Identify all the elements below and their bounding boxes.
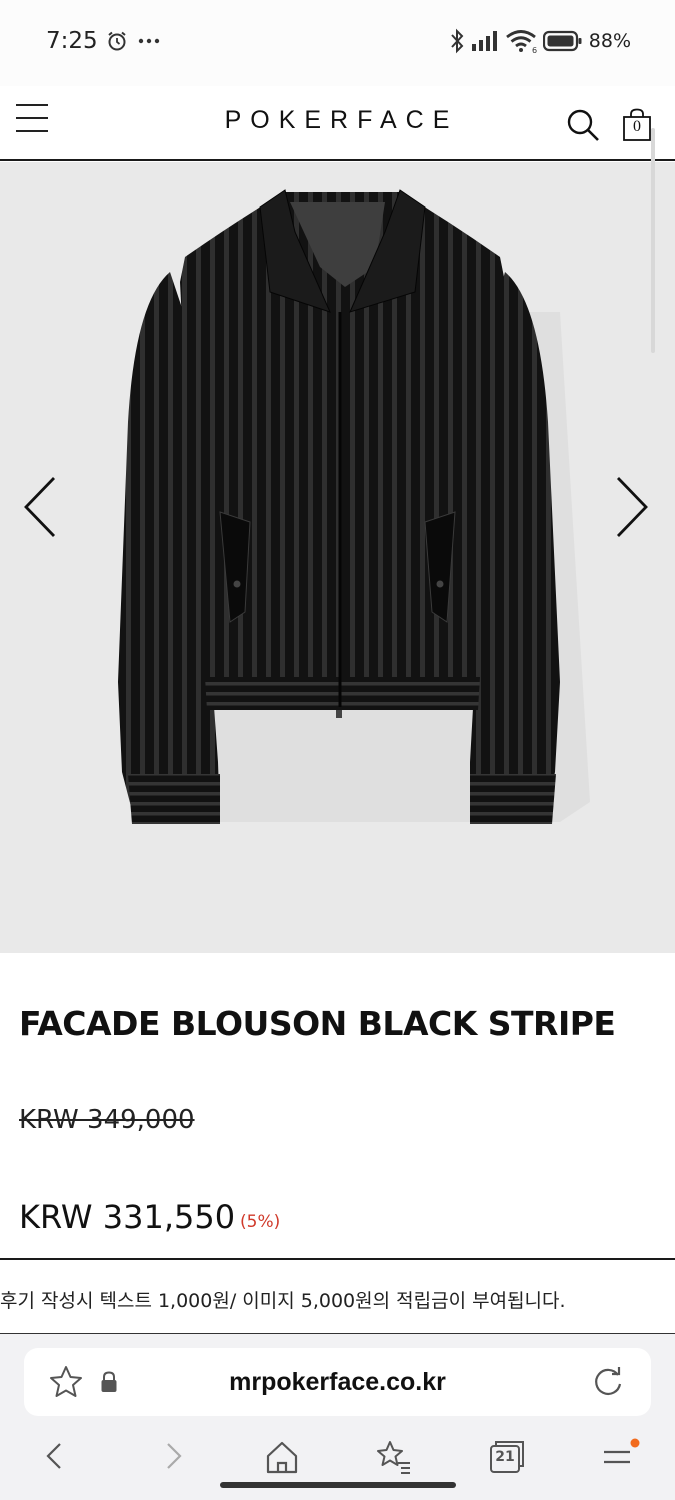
cart-count: 0	[633, 118, 641, 135]
sale-price: KRW 331,550	[19, 1198, 236, 1236]
status-right-icons: 6 88%	[449, 28, 631, 54]
home-icon	[266, 1441, 298, 1474]
divider	[0, 1258, 675, 1260]
status-left-icons	[106, 30, 160, 52]
status-time: 7:25	[46, 28, 98, 54]
battery-icon	[542, 30, 582, 52]
home-gesture-bar[interactable]	[220, 1482, 456, 1488]
wifi-icon: 6	[505, 30, 537, 53]
search-icon	[567, 109, 599, 141]
reload-icon	[595, 1367, 622, 1395]
tabs-count: 21	[495, 1449, 515, 1465]
menu-icon	[604, 1438, 640, 1464]
bluetooth-icon	[451, 28, 464, 54]
forward-button[interactable]	[152, 1436, 192, 1476]
gallery-next-button[interactable]	[608, 472, 654, 542]
browser-menu-button[interactable]	[600, 1436, 640, 1476]
product-image	[118, 189, 590, 824]
address-bar[interactable]: mrpokerface.co.kr	[24, 1348, 651, 1416]
home-button[interactable]	[262, 1436, 302, 1476]
cart-button[interactable]: 0	[622, 108, 652, 142]
chevron-right-icon	[616, 477, 648, 537]
forward-icon	[167, 1443, 182, 1469]
tabs-button[interactable]: 21	[488, 1436, 528, 1476]
reload-button[interactable]	[590, 1364, 626, 1400]
alarm-icon	[108, 31, 126, 51]
signal-icon	[471, 31, 497, 51]
status-bar: 7:25 6 88%	[0, 0, 675, 86]
gallery-prev-button[interactable]	[18, 472, 64, 542]
back-icon	[46, 1443, 61, 1469]
back-button[interactable]	[36, 1436, 76, 1476]
battery-percent: 88%	[588, 30, 631, 52]
bookmarks-icon	[377, 1441, 410, 1474]
original-price: KRW 349,000	[19, 1105, 195, 1135]
site-header: POKERFACE 0	[0, 86, 675, 161]
page-scrollbar[interactable]	[651, 128, 655, 353]
more-dots-icon	[138, 38, 160, 44]
product-gallery[interactable]	[0, 162, 675, 953]
discount-percent: (5%)	[240, 1212, 281, 1232]
review-reward-notice: 후기 작성시 텍스트 1,000원/ 이미지 5,000원의 적립금이 부여됩니…	[0, 1290, 566, 1312]
svg-text:6: 6	[532, 46, 537, 53]
search-button[interactable]	[566, 108, 600, 142]
browser-toolbar: mrpokerface.co.kr 21	[0, 1334, 675, 1500]
url-text[interactable]: mrpokerface.co.kr	[24, 1368, 651, 1397]
product-name: FACADE BLOUSON BLACK STRIPE	[19, 1004, 616, 1043]
bookmarks-button[interactable]	[374, 1436, 414, 1476]
browser-nav-row: 21	[0, 1424, 675, 1484]
chevron-left-icon	[24, 477, 56, 537]
